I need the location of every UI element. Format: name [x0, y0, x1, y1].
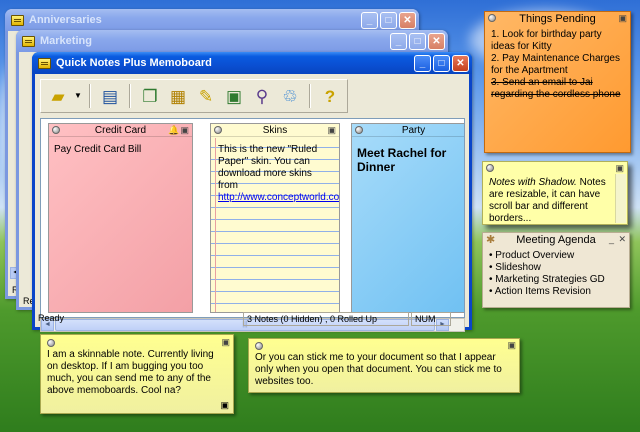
statusbar: Ready 3 Notes (0 Hidden) , 0 Rolled Up N…	[35, 311, 469, 327]
pin-icon[interactable]	[47, 339, 55, 347]
note-title: Meeting Agenda	[516, 233, 596, 246]
note-title: Things Pending	[519, 12, 596, 25]
note-title: Party	[401, 124, 426, 136]
minimize-button[interactable]: _	[390, 33, 407, 50]
trash-icon[interactable]: ▣	[220, 400, 229, 411]
shadow-note[interactable]: ▣ Notes with Shadow. Notes are resizable…	[482, 161, 628, 225]
pending-item-done[interactable]: 3. Send an email to Jai regarding the co…	[491, 77, 624, 101]
anniversaries-titlebar[interactable]: Anniversaries _ □ ✕	[5, 9, 419, 31]
notes-workspace[interactable]: Credit Card 🔔▣ Pay Credit Card Bill Skin…	[40, 118, 465, 318]
edit-note-icon[interactable]: ✎	[194, 84, 218, 108]
memoboard-titlebar[interactable]: Quick Notes Plus Memoboard _ □ ✕	[32, 52, 472, 74]
notes-count: 3 Notes (0 Hidden) , 0 Rolled Up	[243, 312, 409, 326]
shadow-note-emphasis: Notes with Shadow.	[489, 177, 577, 188]
note-header-icons[interactable]: ▣	[221, 337, 231, 348]
note-header-icons[interactable]: ▣	[615, 163, 625, 174]
note-text[interactable]: I am a skinnable note. Currently living …	[41, 335, 233, 401]
new-note-icon[interactable]: ▰	[46, 84, 70, 108]
toolbar-separator	[309, 84, 311, 108]
note-header-icons[interactable]: ▣	[618, 13, 628, 24]
maximize-button[interactable]: □	[433, 55, 450, 72]
agenda-item-text: Marketing Strategies GD	[495, 274, 605, 285]
find-icon[interactable]: ⚲	[250, 84, 274, 108]
close-button[interactable]: ✕	[428, 33, 445, 50]
agenda-item[interactable]: • Slideshow	[489, 262, 623, 274]
toolbar-separator	[129, 84, 131, 108]
rolled-up-icon[interactable]: ▣	[222, 84, 246, 108]
note-content: • Product Overview • Slideshow • Marketi…	[483, 246, 629, 302]
window-title: Quick Notes Plus Memoboard	[56, 57, 212, 69]
memoboard-app-icon	[38, 57, 51, 69]
asterisk-icon: ✱	[486, 234, 496, 246]
note-header[interactable]: Skins ▣	[211, 124, 339, 137]
stack-notes-icon[interactable]: ▦	[166, 84, 190, 108]
agenda-item[interactable]: • Product Overview	[489, 250, 623, 262]
note-header-icons[interactable]: 🔔▣	[168, 125, 190, 136]
note-content: This is the new "Ruled Paper" skin. You …	[211, 137, 339, 211]
memoboard-icon[interactable]: ▤	[98, 84, 122, 108]
window-title: Anniversaries	[29, 14, 102, 26]
pin-icon[interactable]	[355, 126, 363, 134]
pin-icon[interactable]	[255, 342, 263, 350]
credit-card-note[interactable]: Credit Card 🔔▣ Pay Credit Card Bill	[48, 123, 193, 313]
pin-icon[interactable]	[52, 126, 60, 134]
memoboard-window[interactable]: Quick Notes Plus Memoboard _ □ ✕ ▰ ▼ ▤ ❐…	[32, 52, 472, 332]
note-header-icons[interactable]: ▣	[507, 340, 517, 351]
note-text[interactable]: Or you can stick me to your document so …	[249, 339, 519, 392]
agenda-item-text: Slideshow	[495, 262, 541, 273]
maximize-button[interactable]: □	[380, 12, 397, 29]
things-pending-note[interactable]: Things Pending ▣ 1. Look for birthday pa…	[484, 11, 631, 153]
note-header-icons[interactable]: ▣	[327, 125, 337, 136]
skinnable-note[interactable]: I am a skinnable note. Currently living …	[40, 334, 234, 414]
note-header-icons[interactable]: _ ✕	[609, 234, 627, 245]
minimize-button[interactable]: _	[414, 55, 431, 72]
copy-notes-icon[interactable]: ❐	[138, 84, 162, 108]
close-button[interactable]: ✕	[452, 55, 469, 72]
note-text[interactable]: Meet Rachel for Dinner	[352, 137, 464, 181]
note-header[interactable]: ✱ Meeting Agenda _ ✕	[483, 233, 629, 247]
skins-note[interactable]: Skins ▣ This is the new "Ruled Paper" sk…	[210, 123, 340, 313]
memoboard-app-icon	[11, 14, 24, 26]
memoboard-app-icon	[22, 35, 35, 47]
party-note[interactable]: Party Meet Rachel for Dinner	[351, 123, 464, 313]
note-title: Credit Card	[94, 124, 147, 136]
agenda-item-text: Product Overview	[495, 250, 575, 261]
dropdown-caret-icon[interactable]: ▼	[74, 84, 82, 108]
minimize-button[interactable]: _	[361, 12, 378, 29]
maximize-button[interactable]: □	[409, 33, 426, 50]
meeting-agenda-note[interactable]: ✱ Meeting Agenda _ ✕ • Product Overview …	[482, 232, 630, 308]
agenda-item[interactable]: • Action Items Revision	[489, 286, 623, 298]
note-header[interactable]: Party	[352, 124, 464, 137]
note-text[interactable]: This is the new "Ruled Paper" skin. You …	[218, 144, 317, 191]
num-lock-indicator: NUM	[411, 312, 451, 326]
note-header[interactable]: Things Pending ▣	[485, 12, 630, 25]
pending-item[interactable]: 1. Look for birthday party ideas for Kit…	[491, 29, 624, 53]
note-content: 1. Look for birthday party ideas for Kit…	[485, 25, 630, 105]
close-button[interactable]: ✕	[399, 12, 416, 29]
note-text[interactable]: Pay Credit Card Bill	[49, 137, 192, 163]
help-icon[interactable]: ?	[318, 84, 342, 108]
toolbar-separator	[89, 84, 91, 108]
pin-icon[interactable]	[488, 14, 496, 22]
skins-link[interactable]: http://www.conceptworld.com/	[218, 192, 339, 203]
agenda-item-text: Action Items Revision	[494, 286, 591, 297]
note-header[interactable]: Credit Card 🔔▣	[49, 124, 192, 137]
vertical-scrollbar[interactable]	[615, 174, 626, 223]
note-title: Skins	[262, 124, 288, 136]
stick-note[interactable]: ▣ Or you can stick me to your document s…	[248, 338, 520, 393]
pin-icon[interactable]	[214, 126, 222, 134]
pin-icon[interactable]	[486, 164, 494, 172]
recycle-bin-icon[interactable]: ♲	[278, 84, 302, 108]
note-content: Notes with Shadow. Notes are resizable, …	[483, 173, 627, 224]
margin-line	[215, 138, 216, 312]
agenda-item[interactable]: • Marketing Strategies GD	[489, 274, 623, 286]
status-text: Ready	[38, 313, 65, 323]
main-toolbar: ▰ ▼ ▤ ❐ ▦ ✎ ▣ ⚲ ♲ ?	[40, 79, 348, 113]
marketing-titlebar[interactable]: Marketing _ □ ✕	[16, 30, 448, 52]
note-header[interactable]: ▣	[483, 162, 627, 173]
window-title: Marketing	[40, 35, 92, 47]
pending-item[interactable]: 2. Pay Maintenance Charges for the Apart…	[491, 53, 624, 77]
